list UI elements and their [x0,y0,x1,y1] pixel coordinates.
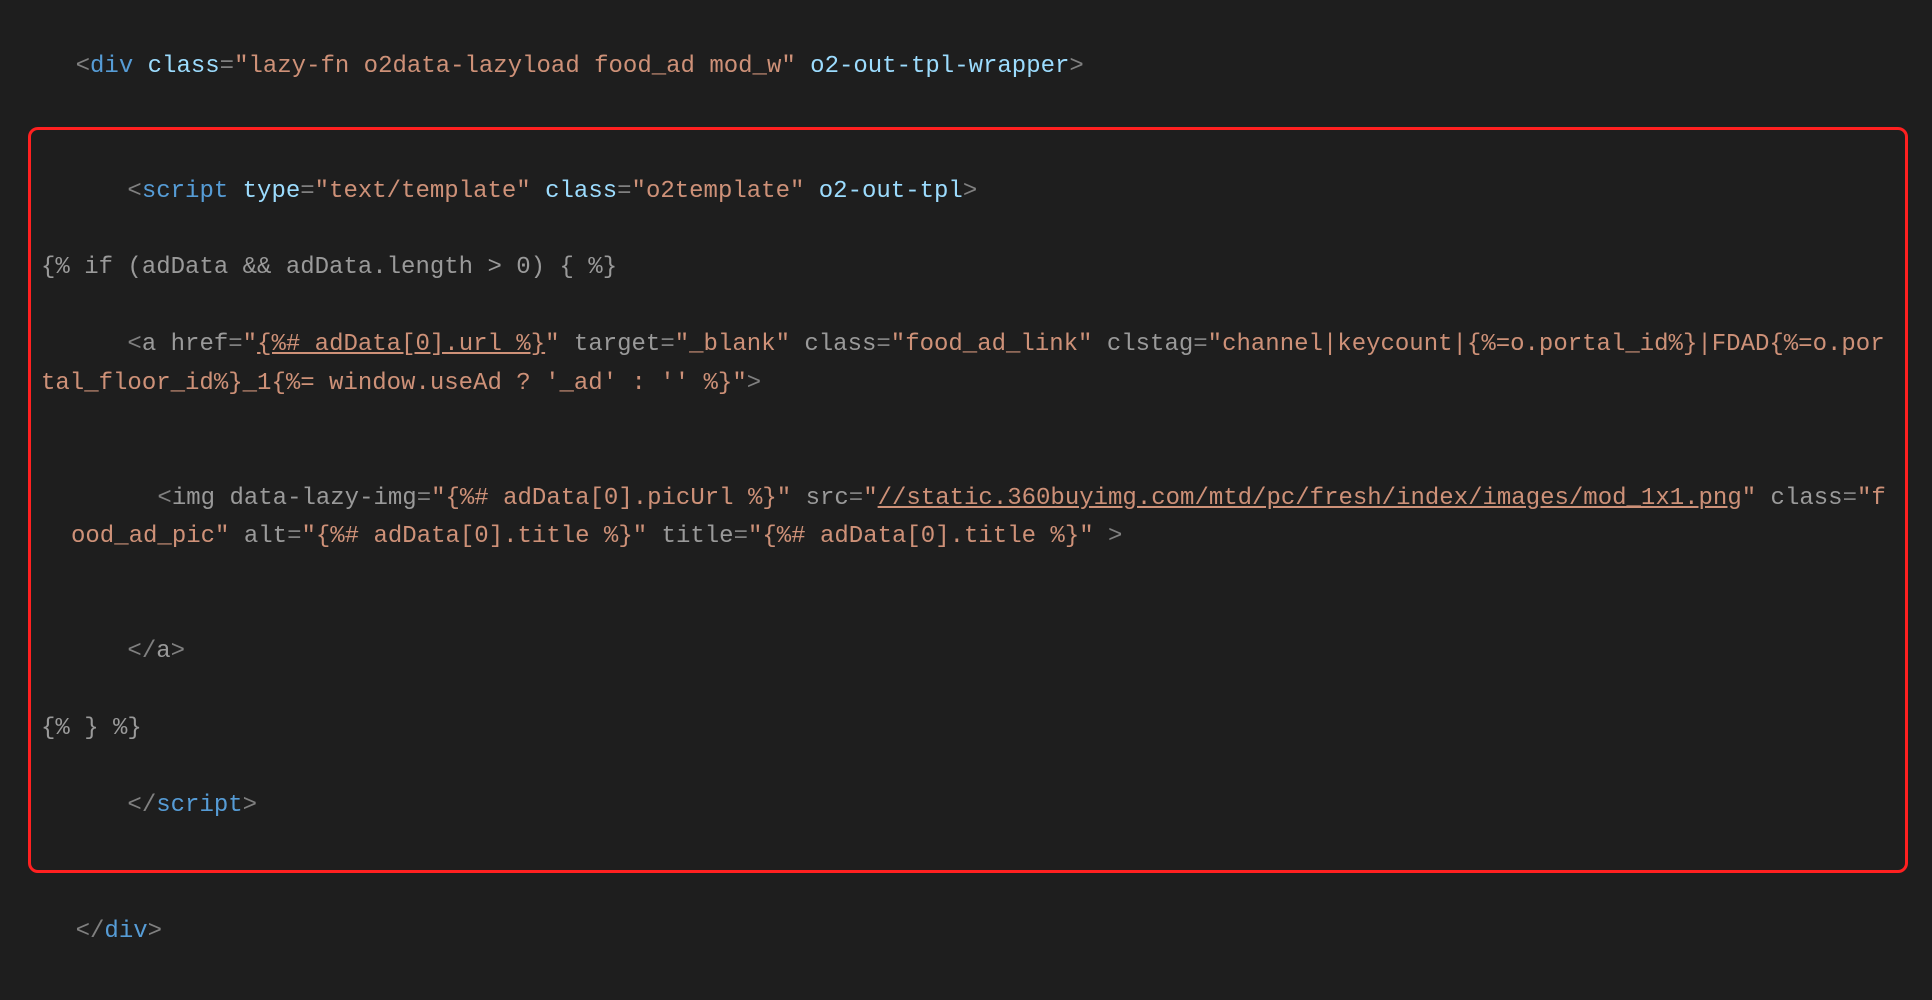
tok: > [1069,53,1083,80]
tok: = [287,523,301,550]
code-line-1: <div class="lazy-fn o2data-lazyload food… [18,10,1914,125]
tok: " [863,485,877,512]
tok: "lazy-fn o2data-lazyload food_ad mod_w" [234,53,796,80]
code-line-9: </div> [18,875,1914,990]
highlight-box: <script type="text/template" class="o2te… [28,127,1908,872]
tok: > [963,178,977,205]
tok [796,53,810,80]
tok: a [156,638,170,665]
tok: script [156,792,242,819]
tok: class [1771,485,1843,512]
tok: = [1193,331,1207,358]
tok: </ [76,918,105,945]
tok: " [1742,485,1756,512]
tok: = [220,53,234,80]
tok: < [127,178,141,205]
tok: channel|keycount| [1222,331,1467,358]
tok: > [171,638,185,665]
code-line-2: <script type="text/template" class="o2te… [41,134,1895,249]
tok: < [76,53,90,80]
tok: </ [127,792,156,819]
tok: script [142,178,228,205]
tok: "_blank" [675,331,790,358]
tok: < [127,331,141,358]
tok [229,523,243,550]
tok: title [662,523,734,550]
code-line-3: {% if (adData && adData.length > 0) { %} [41,249,1895,287]
tok: > [243,792,257,819]
tok: target [574,331,660,358]
tok: href [171,331,229,358]
tok: = [660,331,674,358]
tok: < [157,485,171,512]
code-line-4: <a href="{%# adData[0].url %}" target="_… [41,288,1895,442]
tok: "food_ad_link" [891,331,1093,358]
tok: class [804,331,876,358]
tok: = [300,178,314,205]
tok: src [806,485,849,512]
tok: {%# adData[0].url %} [257,331,545,358]
tok: //static.360buyimg.com/mtd/pc/fresh/inde… [878,485,1742,512]
tok: " [301,523,315,550]
tok: clstag [1107,331,1193,358]
tok: = [876,331,890,358]
tok: img [172,485,215,512]
tok: alt [244,523,287,550]
tok [1092,331,1106,358]
tok: o2-out-tpl [819,178,963,205]
tok: "{%# adData[0].picUrl %}" [431,485,791,512]
tok: " [633,523,647,550]
tok: = [617,178,631,205]
tok: " [732,370,746,397]
tok: = [849,485,863,512]
tok [647,523,661,550]
tok: > [148,918,162,945]
tok: class [148,53,220,80]
tok: adData[0].title %} [373,523,632,550]
tok: = [1843,485,1857,512]
tok: div [90,53,133,80]
tok: "{%# adData[0].title %}" [748,523,1094,550]
tok [791,485,805,512]
tok [1756,485,1770,512]
tok: data-lazy-img [229,485,416,512]
tok [228,178,242,205]
code-block: <div class="lazy-fn o2data-lazyload food… [0,0,1932,1000]
tok: {%# [316,523,374,550]
tok [531,178,545,205]
tok: div [104,918,147,945]
tok: > [747,370,761,397]
tok: = [734,523,748,550]
tok [156,331,170,358]
tok [133,53,147,80]
tok [215,485,229,512]
tok: = [417,485,431,512]
tok [790,331,804,358]
code-line-7: {% } %} [41,710,1895,748]
tok: > [1108,523,1122,550]
code-line-6: </a> [41,595,1895,710]
tok: " [1208,331,1222,358]
tok: " [243,331,257,358]
tok: a [142,331,156,358]
tok [1094,523,1108,550]
code-line-5: <img data-lazy-img="{%# adData[0].picUrl… [41,441,1895,595]
tok [560,331,574,358]
tok: class [545,178,617,205]
tok: "o2template" [632,178,805,205]
tok: = [228,331,242,358]
tok: " [545,331,559,358]
tok: o2-out-tpl-wrapper [810,53,1069,80]
tok: "text/template" [315,178,531,205]
tok [804,178,818,205]
code-line-8: </script> [41,748,1895,863]
tok: type [243,178,301,205]
tok: </ [127,638,156,665]
